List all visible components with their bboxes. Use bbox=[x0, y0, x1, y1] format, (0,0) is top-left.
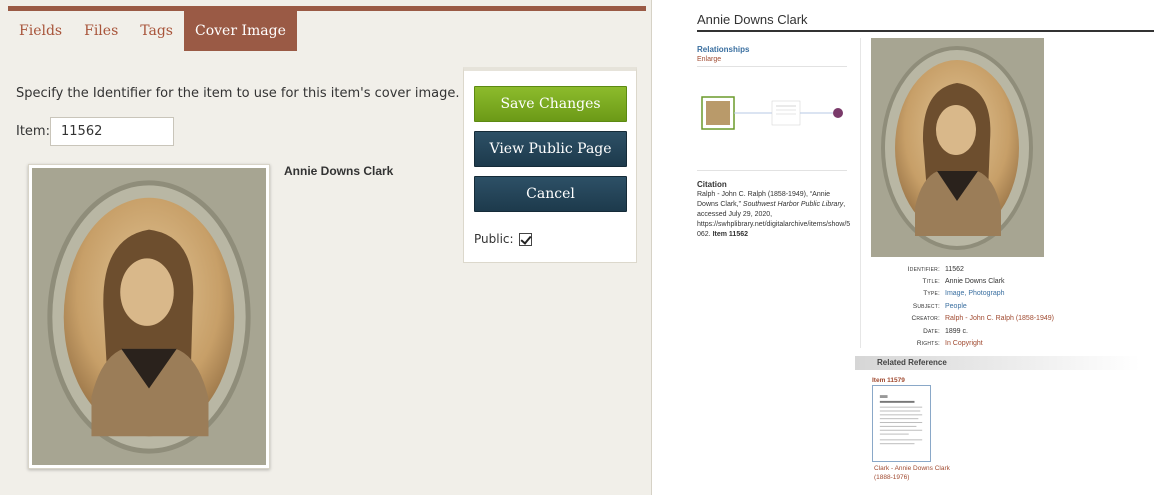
enlarge-link[interactable]: Enlarge bbox=[697, 56, 721, 63]
metadata-value: 11562 bbox=[945, 265, 964, 273]
divider bbox=[697, 66, 847, 67]
citation-part3: 062. bbox=[697, 231, 711, 238]
page-title: Annie Downs Clark bbox=[697, 12, 808, 27]
public-item-page: Annie Downs Clark Relationships Enlarge … bbox=[652, 0, 1167, 495]
document-thumbnail-icon bbox=[876, 389, 927, 458]
metadata-key: Date: bbox=[923, 327, 940, 335]
metadata-value[interactable]: People bbox=[945, 303, 967, 310]
metadata-value[interactable]: Ralph - John C. Ralph (1858-1949) bbox=[945, 315, 1054, 322]
related-reference-bar: Related Reference bbox=[855, 356, 1140, 370]
view-public-page-button[interactable]: View Public Page bbox=[474, 131, 627, 167]
tab-bar: Fields Files Tags Cover Image bbox=[8, 11, 297, 51]
portrait-image bbox=[871, 38, 1044, 257]
item-identifier-input[interactable] bbox=[50, 117, 174, 146]
citation-item-ref: Item 11562 bbox=[712, 231, 748, 238]
metadata-key: Identifier: bbox=[907, 265, 940, 273]
tab-tags[interactable]: Tags bbox=[129, 11, 184, 51]
metadata-value: Annie Downs Clark bbox=[945, 278, 1005, 286]
title-divider bbox=[697, 30, 1154, 32]
citation-heading: Citation bbox=[697, 180, 727, 189]
metadata-row: Title: Annie Downs Clark bbox=[880, 275, 1140, 287]
admin-panel: Fields Files Tags Cover Image Specify th… bbox=[0, 0, 652, 495]
metadata-row: Identifier: 11562 bbox=[880, 263, 1140, 275]
metadata-row: Creator: Ralph - John C. Ralph (1858-1949… bbox=[880, 313, 1140, 325]
cover-image-preview bbox=[28, 164, 270, 469]
tab-fields[interactable]: Fields bbox=[8, 11, 73, 51]
public-toggle-row: Public: bbox=[474, 232, 532, 246]
column-divider bbox=[860, 38, 861, 348]
metadata-key: Subject: bbox=[912, 302, 940, 310]
related-item-caption[interactable]: Clark - Annie Downs Clark bbox=[874, 465, 950, 472]
item-image[interactable] bbox=[871, 38, 1044, 257]
citation-text: Ralph - John C. Ralph (1858-1949), “Anni… bbox=[697, 190, 850, 240]
related-reference-heading: Related Reference bbox=[877, 358, 947, 367]
related-item-dates: (1888-1976) bbox=[874, 474, 910, 481]
metadata-row: Subject: People bbox=[880, 300, 1140, 312]
public-checkbox[interactable] bbox=[518, 232, 532, 246]
item-metadata: Identifier: 11562 Title: Annie Downs Clark T… bbox=[880, 263, 1140, 350]
relationship-graph[interactable] bbox=[697, 92, 847, 142]
metadata-row: Type: Image, Photograph bbox=[880, 288, 1140, 300]
cancel-button[interactable]: Cancel bbox=[474, 176, 627, 212]
portrait-image bbox=[32, 168, 266, 465]
metadata-row: Date: 1899 c. bbox=[880, 325, 1140, 337]
metadata-key: Title: bbox=[922, 278, 940, 286]
tab-cover-image[interactable]: Cover Image bbox=[184, 11, 297, 51]
metadata-key: Creator: bbox=[911, 315, 940, 323]
related-item-thumbnail[interactable] bbox=[872, 385, 931, 462]
cover-item-title: Annie Downs Clark bbox=[284, 164, 394, 178]
divider bbox=[697, 170, 847, 171]
metadata-value: 1899 c. bbox=[945, 327, 968, 335]
metadata-value[interactable]: Image, Photograph bbox=[945, 290, 1005, 297]
item-label: Item: bbox=[16, 124, 50, 139]
metadata-value[interactable]: In Copyright bbox=[945, 340, 983, 347]
metadata-key: Rights: bbox=[916, 340, 940, 348]
metadata-row: Rights: In Copyright bbox=[880, 337, 1140, 349]
metadata-key: Type: bbox=[923, 290, 940, 298]
related-item-id[interactable]: Item 11579 bbox=[872, 377, 905, 384]
save-panel: Save Changes View Public Page Cancel Pub… bbox=[463, 67, 637, 263]
citation-source: Southwest Harbor Public Library bbox=[742, 201, 844, 208]
instruction-text: Specify the Identifier for the item to u… bbox=[16, 86, 460, 101]
public-label: Public: bbox=[474, 232, 514, 246]
tab-files[interactable]: Files bbox=[73, 11, 129, 51]
relationships-heading: Relationships bbox=[697, 45, 750, 54]
save-changes-button[interactable]: Save Changes bbox=[474, 86, 627, 122]
